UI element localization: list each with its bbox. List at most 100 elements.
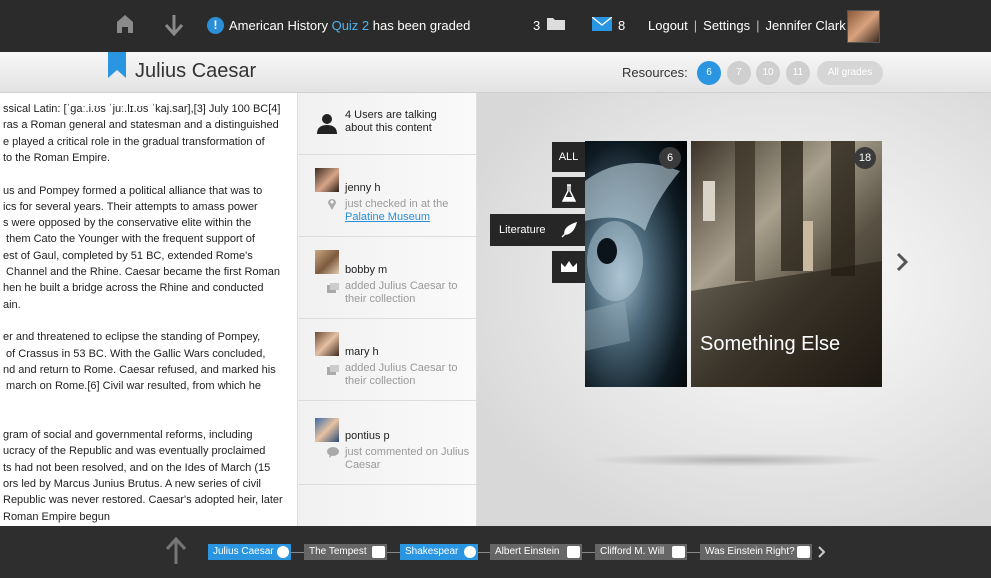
book-icon [567,546,580,558]
grade-11-button[interactable]: 11 [786,61,810,85]
article-line: ics for several years. Their attempts to… [3,200,258,213]
trail-label: Julius Caesar [213,546,274,557]
article-line: Republic was never restored. Caesar's ad… [3,494,283,507]
trail-label: Was Einstein Right? [705,546,795,557]
activity-description: added Julius Caesar to their collection [345,362,458,387]
activity-user-name[interactable]: bobby m [345,264,387,276]
activity-header: 4 Users are talking about this content [298,93,476,155]
article-line: us and Pompey formed a political allianc… [3,184,263,197]
crown-icon [560,261,577,272]
article-line: nd and return to Rome. Caesar refused, a… [3,363,276,376]
activity-item[interactable]: bobby m added Julius Caesar to their col… [298,237,476,319]
nav-separator: | [756,18,760,33]
activity-description: added Julius Caesar to their collection [345,280,458,305]
trail-label: Shakespear [405,546,459,557]
article-line: of Crassus in 53 BC. With the Gallic War… [3,347,266,360]
avatar[interactable] [315,168,339,192]
activity-item[interactable]: mary h added Julius Caesar to their coll… [298,319,476,401]
top-bar: ! American History Quiz 2 has been grade… [0,0,991,52]
avatar[interactable] [315,332,339,356]
book-icon [797,546,810,558]
resource-card[interactable]: 18 Something Else [691,141,882,387]
quill-icon [561,221,578,238]
resource-gallery: ALL Literature 6 18 Something Else [477,93,991,526]
resources-label: Resources: [622,65,688,80]
trail-item[interactable]: The Tempest [304,544,387,560]
arrow-right-icon [277,546,289,558]
article-line: est of Gaul, completed by 51 BC, extende… [3,249,253,262]
trail-item[interactable]: Shakespear [400,544,478,560]
trail-next-icon[interactable] [817,545,827,559]
palatine-museum-link[interactable]: Palatine Museum [345,211,430,223]
mail-count: 8 [618,18,626,33]
card-shadow [587,453,887,467]
activity-user-name[interactable]: pontius p [345,430,390,442]
article-line: er and threatened to eclipse the standin… [3,331,261,344]
article-text: ssical Latin: [ˈɡaː.i.ʊs ˈjuː.lɪ.ʊs ˈkaj… [0,93,297,526]
mail-icon[interactable] [592,17,612,31]
bookmark-icon[interactable] [108,52,126,78]
book-icon [672,546,685,558]
article-line: to the Roman Empire. [3,151,110,164]
activity-user-name[interactable]: jenny h [345,182,380,194]
article-line: ts had not been resolved, and on the Ide… [3,461,271,474]
flask-icon [561,183,576,202]
chevron-right-icon[interactable] [895,251,909,273]
article-line: ras a Roman general and statesman and a … [3,119,279,132]
all-grades-button[interactable]: All grades [817,61,883,85]
filter-literature-button[interactable]: Literature [490,214,585,246]
filter-literature-label: Literature [499,224,546,236]
article-line: gram of social and governmental reforms,… [3,429,253,441]
article-line: Channel and the Rhine. Caesar became the… [3,266,280,278]
trail-item[interactable]: Was Einstein Right? [700,544,812,560]
activity-item[interactable]: pontius p just commented on Julius Caesa… [298,401,476,485]
folder-icon[interactable] [546,16,566,31]
home-icon[interactable] [116,14,134,34]
alert-icon: ! [207,17,224,34]
article-line: e played a critical role in the gradual … [3,135,265,148]
article-line: Roman Empire begun [3,510,111,523]
user-avatar[interactable] [847,10,880,43]
article-line: ssical Latin: [ˈɡaː.i.ʊs ˈjuː.lɪ.ʊs ˈkaj… [3,103,281,115]
article-line: them Cato the Younger with the frequent … [3,233,255,246]
comment-icon [327,447,339,458]
activity-feed: 4 Users are talking about this content j… [297,93,477,526]
map-pin-icon [328,199,336,210]
trail-label: Clifford M. Will [600,546,665,557]
card-count-badge: 18 [854,147,876,169]
notification[interactable]: ! American History Quiz 2 has been grade… [207,17,470,34]
grade-7-button[interactable]: 7 [727,61,751,85]
trail-item[interactable]: Julius Caesar [208,544,291,560]
article-line: march on Rome.[6] Civil war resulted, fr… [3,380,261,393]
up-arrow-icon[interactable] [164,536,188,566]
filter-history-button[interactable] [552,251,585,283]
filter-science-button[interactable] [552,177,585,208]
settings-link[interactable]: Settings [703,18,750,33]
card-count-badge: 6 [659,147,681,169]
article-line: ors led by Marcus Junius Brutus. A new s… [3,477,261,490]
article-line: hen he built a bridge across the Rhine a… [3,282,264,295]
filter-all-button[interactable]: ALL [552,142,585,172]
trail-item[interactable]: Albert Einstein [490,544,582,560]
logout-link[interactable]: Logout [648,18,688,33]
trail-item[interactable]: Clifford M. Will [595,544,687,560]
collection-icon [327,365,339,375]
book-icon [372,546,385,558]
avatar[interactable] [315,250,339,274]
activity-item[interactable]: jenny h just checked in at the Palatine … [298,155,476,237]
grade-10-button[interactable]: 10 [756,61,780,85]
card-title: Something Else [700,333,841,355]
down-arrow-icon[interactable] [164,13,184,37]
avatar[interactable] [315,418,339,442]
user-nav: Logout | Settings | Jennifer Clark [648,18,846,33]
grade-6-button[interactable]: 6 [697,61,721,85]
activity-user-name[interactable]: mary h [345,346,379,358]
article-line: s were opposed by the conservative elite… [3,217,252,230]
notification-link[interactable]: Quiz 2 [332,18,370,33]
bottom-bar: Julius Caesar The Tempest Shakespear Alb… [0,526,991,578]
resource-card[interactable]: 6 [585,141,687,387]
article-line: ain. [3,298,21,311]
user-name-link[interactable]: Jennifer Clark [766,18,846,33]
activity-action: just checked in at the [345,198,449,210]
arrow-right-icon [464,546,476,558]
